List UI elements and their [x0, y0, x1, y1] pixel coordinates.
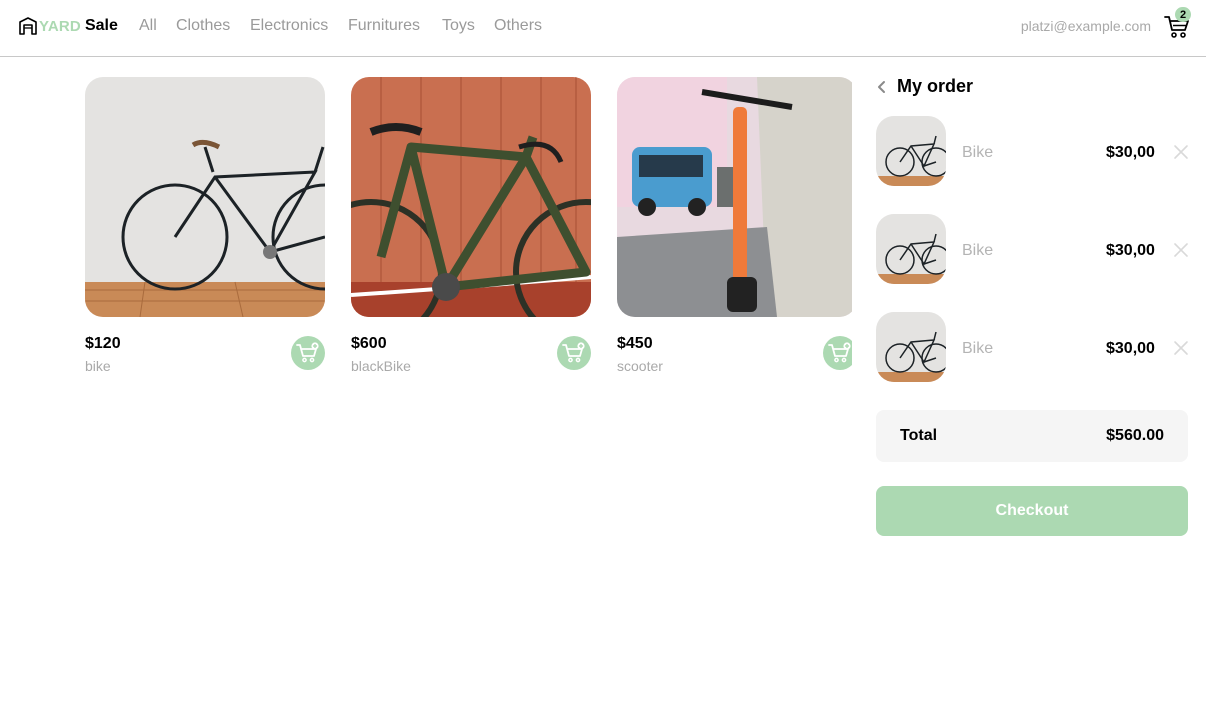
logo-yard-text: YARD — [39, 17, 81, 35]
chevron-left-icon[interactable] — [876, 79, 886, 95]
order-item: Bike $30,00 — [876, 214, 1188, 284]
nav-link-toys[interactable]: Toys — [442, 17, 475, 35]
logo[interactable]: YARD Sale — [18, 14, 118, 38]
product-card[interactable]: $120 bike — [85, 77, 325, 374]
order-item: Bike $30,00 — [876, 116, 1188, 186]
nav-link-clothes[interactable]: Clothes — [176, 17, 230, 35]
navbar: YARD Sale All Clothes Electronics Furnit… — [0, 0, 1206, 57]
nav-link-electronics[interactable]: Electronics — [250, 17, 328, 35]
add-to-cart-button[interactable] — [557, 336, 591, 370]
product-price: $120 — [85, 335, 121, 352]
storefront-icon — [19, 17, 37, 35]
product-name: blackBike — [351, 358, 411, 374]
order-title: My order — [897, 76, 974, 96]
total-value: $560.00 — [1106, 427, 1164, 444]
order-item-image — [876, 116, 946, 186]
order-sidebar: My order Bike $30,00 Bike $30,00 Bike $3… — [852, 57, 1206, 704]
product-image-blackbike[interactable] — [351, 77, 591, 317]
close-icon[interactable] — [1173, 144, 1189, 160]
product-name: bike — [85, 358, 111, 374]
product-price: $600 — [351, 335, 387, 352]
add-to-cart-button[interactable] — [291, 336, 325, 370]
user-email[interactable]: platzi@example.com — [1021, 18, 1151, 34]
order-item-image — [876, 312, 946, 382]
order-item-price: $30,00 — [1106, 144, 1155, 161]
close-icon[interactable] — [1173, 340, 1189, 356]
product-name: scooter — [617, 358, 663, 374]
order-item-name: Bike — [962, 340, 994, 357]
close-icon[interactable] — [1173, 242, 1189, 258]
product-card[interactable]: $600 blackBike — [351, 77, 591, 374]
add-to-cart-icon — [296, 342, 319, 363]
add-to-cart-icon — [828, 342, 851, 363]
add-to-cart-button[interactable] — [823, 336, 852, 370]
logo-sale-text: Sale — [84, 17, 118, 34]
total-label: Total — [900, 427, 938, 444]
nav-link-all[interactable]: All — [139, 17, 157, 35]
nav-link-others[interactable]: Others — [494, 17, 542, 35]
order-total: Total $560.00 — [876, 410, 1188, 462]
checkout-button[interactable]: Checkout — [876, 486, 1188, 536]
order-item-name: Bike — [962, 242, 994, 259]
cart-count-badge: 2 — [1175, 7, 1191, 22]
nav-link-furnitures[interactable]: Furnitures — [348, 17, 420, 35]
product-price: $450 — [617, 335, 653, 352]
add-to-cart-icon — [562, 342, 585, 363]
order-item-name: Bike — [962, 144, 994, 161]
order-item-price: $30,00 — [1106, 242, 1155, 259]
product-image-bike[interactable] — [85, 77, 325, 317]
product-card[interactable]: $450 scooter — [617, 77, 852, 397]
order-item: Bike $30,00 — [876, 312, 1188, 382]
order-item-price: $30,00 — [1106, 340, 1155, 357]
product-image-scooter[interactable] — [617, 77, 852, 317]
order-item-image — [876, 214, 946, 284]
